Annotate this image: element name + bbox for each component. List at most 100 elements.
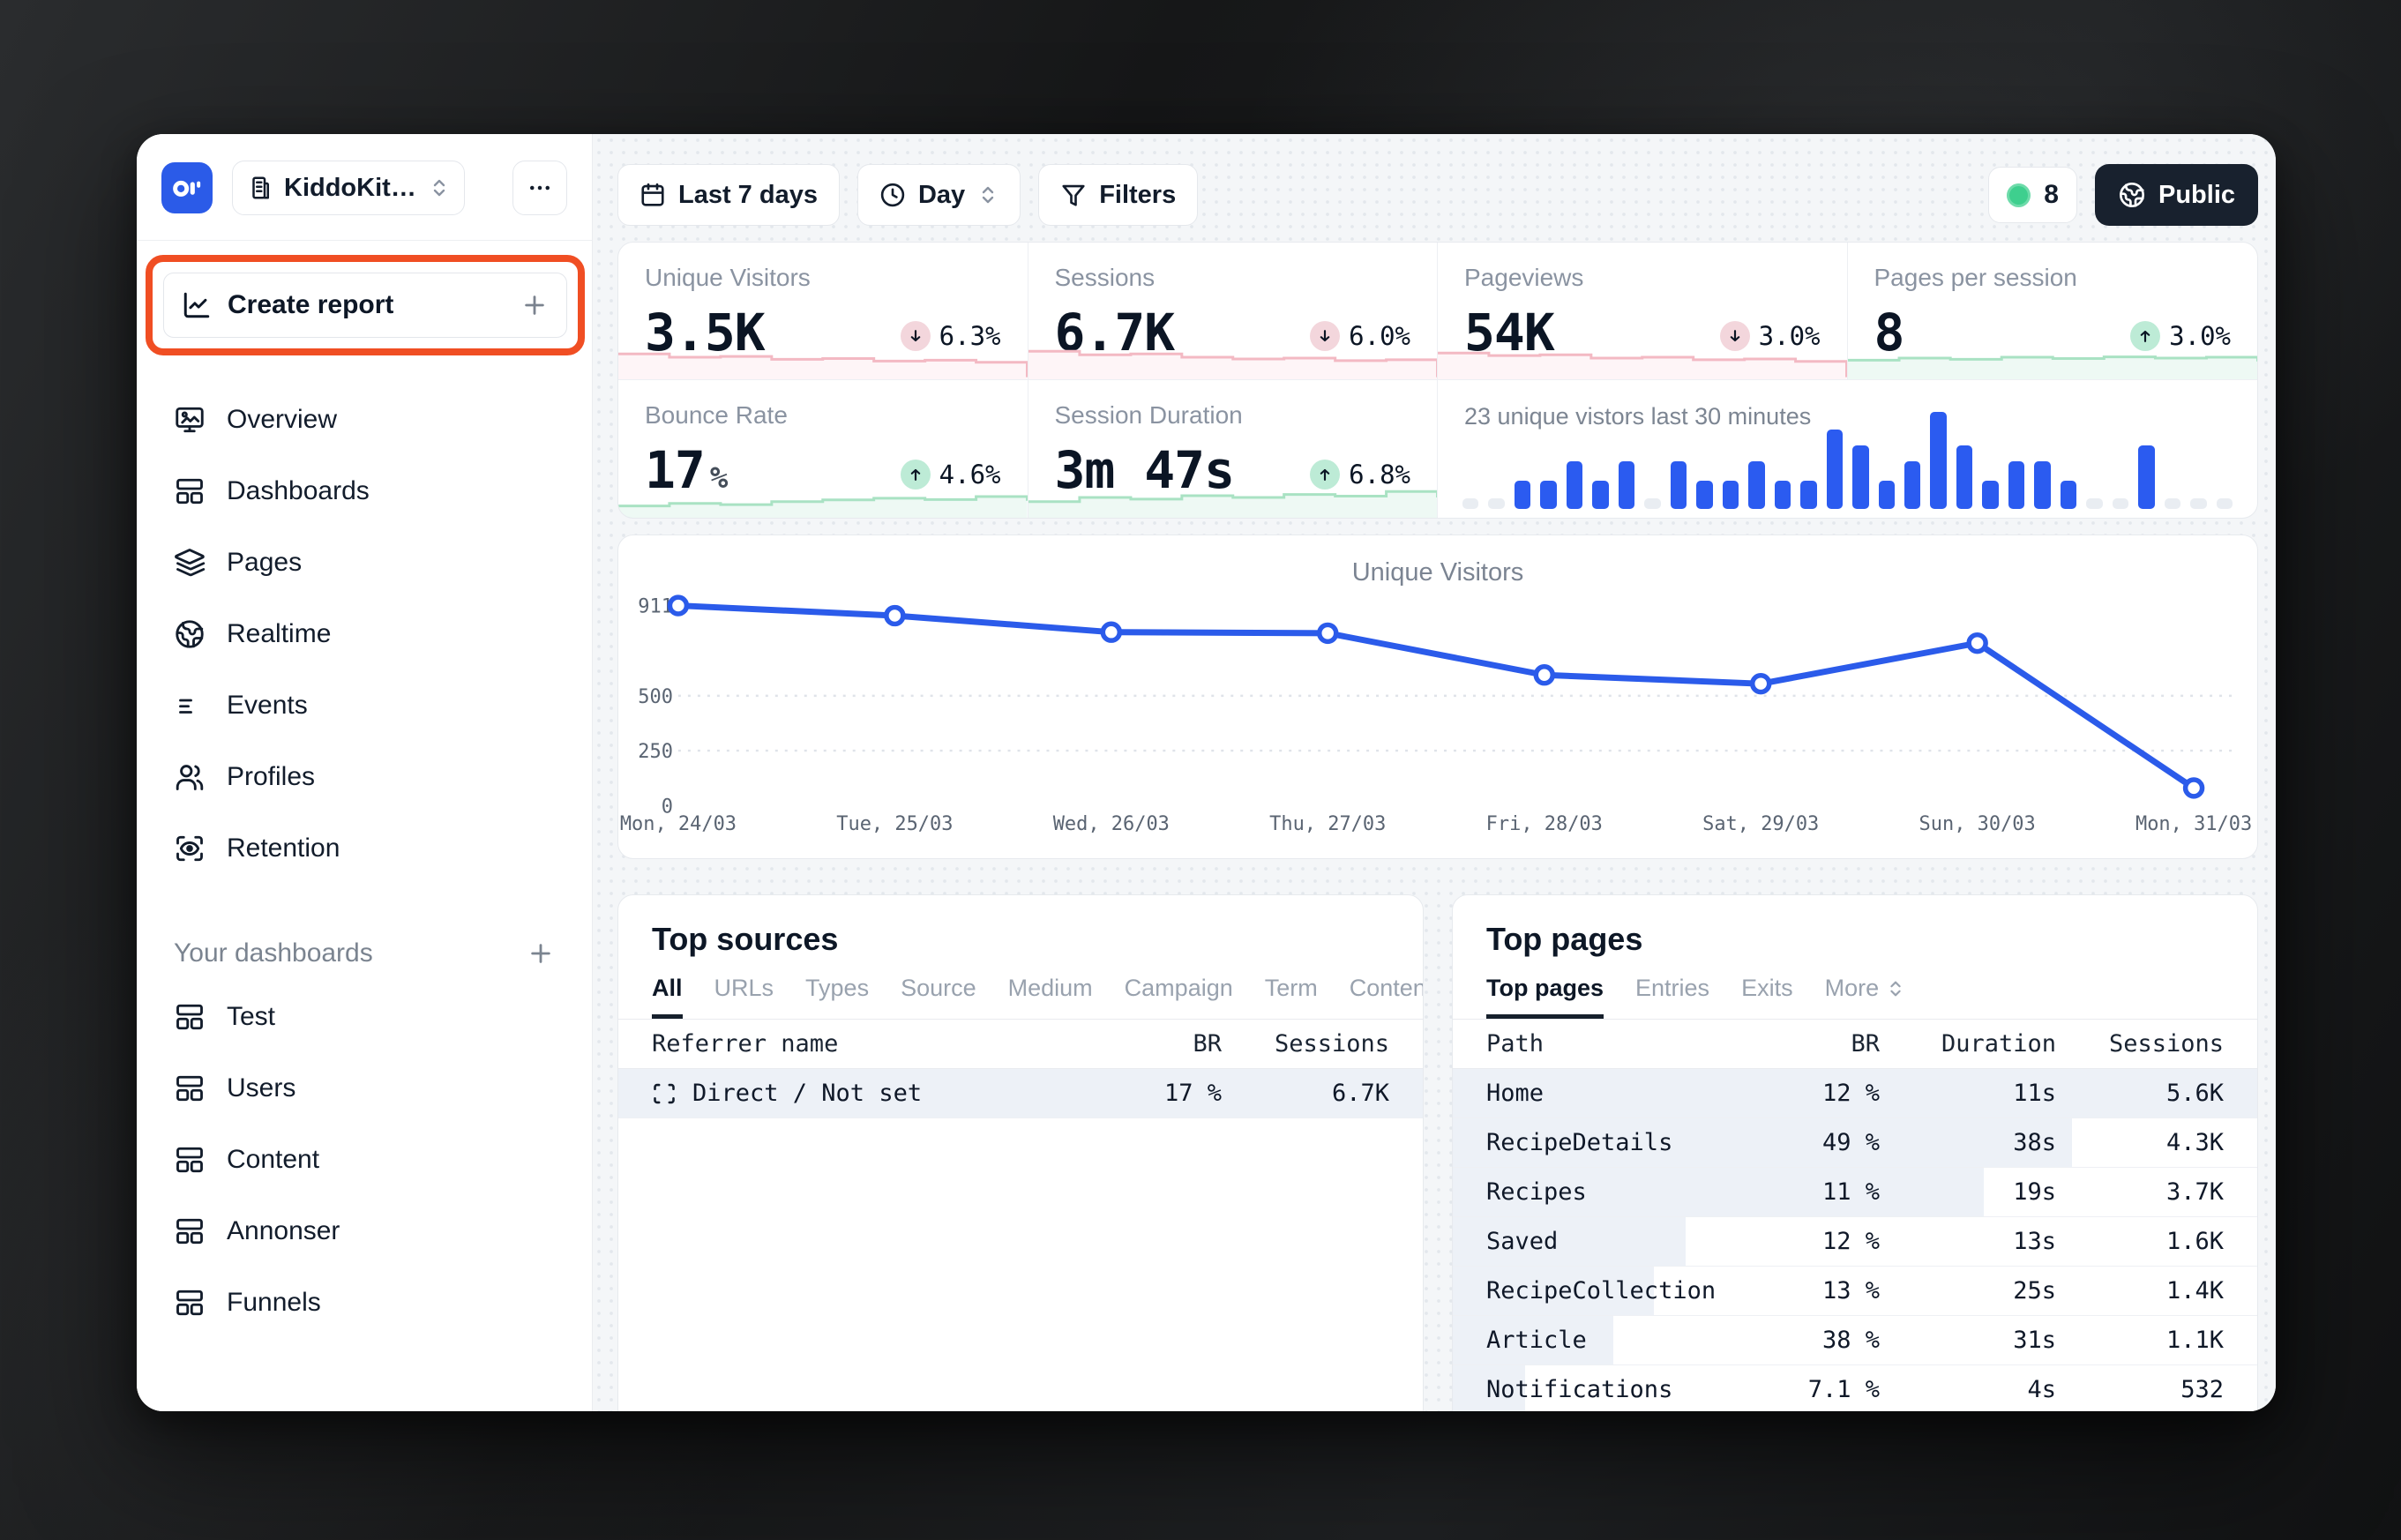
tab-all[interactable]: All	[652, 975, 683, 1019]
scan-icon	[652, 1081, 677, 1106]
row-duration: 4s	[1880, 1376, 2056, 1403]
top-pages-row[interactable]: Home12 %11s5.6K	[1453, 1069, 2257, 1118]
row-duration: 13s	[1880, 1228, 2056, 1255]
metric-card-pageviews[interactable]: Pageviews54K 3.0%	[1438, 243, 1848, 380]
metric-label: Pageviews	[1464, 264, 1821, 292]
metric-label: Session Duration	[1055, 401, 1411, 430]
tab-source[interactable]: Source	[901, 975, 976, 1019]
metric-card-bounce-rate[interactable]: Bounce Rate17% 4.6%	[618, 380, 1028, 518]
tab-types[interactable]: Types	[805, 975, 869, 1019]
x-tick-label: Sat, 29/03	[1702, 813, 1819, 835]
sidebar-item-pages[interactable]: Pages	[161, 527, 567, 598]
metric-sparkline	[618, 337, 1028, 379]
data-point[interactable]	[1969, 635, 1986, 652]
granularity-label: Day	[918, 181, 965, 210]
realtime-visitors-card[interactable]: 23 unique vistors last 30 minutes	[1438, 380, 2257, 518]
realtime-bar	[1488, 498, 1504, 509]
x-tick-label: Sun, 30/03	[1919, 813, 2036, 835]
row-duration: 31s	[1880, 1327, 2056, 1354]
data-point[interactable]	[1320, 624, 1336, 641]
filters-button[interactable]: Filters	[1038, 164, 1198, 226]
realtime-bar	[2061, 481, 2076, 509]
data-point[interactable]	[1536, 667, 1552, 684]
y-tick-label: 500	[638, 686, 673, 708]
top-sources-row[interactable]: Direct / Not set17 %6.7K	[618, 1069, 1423, 1118]
workspace-selector[interactable]: KiddoKitche…	[232, 161, 465, 215]
main-content: Last 7 days Day Filters	[593, 134, 2276, 1411]
data-point[interactable]	[2186, 780, 2203, 796]
top-pages-row[interactable]: Article38 %31s1.1K	[1453, 1316, 2257, 1365]
top-pages-row[interactable]: RecipeDetails49 %38s4.3K	[1453, 1118, 2257, 1168]
public-button[interactable]: Public	[2095, 164, 2258, 226]
row-duration: 19s	[1880, 1178, 2056, 1206]
metric-card-sessions[interactable]: Sessions6.7K 6.0%	[1028, 243, 1439, 380]
sidebar-item-overview[interactable]: Overview	[161, 384, 567, 455]
tab-exits[interactable]: Exits	[1741, 975, 1793, 1019]
metric-card-pages-per-session[interactable]: Pages per session8 3.0%	[1848, 243, 2258, 380]
realtime-bar	[2190, 498, 2206, 509]
sidebar-item-label: Dashboards	[227, 476, 370, 506]
tab-entries[interactable]: Entries	[1635, 975, 1709, 1019]
realtime-bar	[1800, 481, 1816, 509]
top-pages-row[interactable]: Saved12 %13s1.6K	[1453, 1217, 2257, 1267]
row-name: Recipes	[1486, 1178, 1756, 1206]
data-point[interactable]	[1753, 676, 1769, 692]
data-point[interactable]	[886, 608, 903, 624]
sidebar-item-profiles[interactable]: Profiles	[161, 741, 567, 812]
row-name: Saved	[1486, 1228, 1756, 1255]
metric-label: Unique Visitors	[645, 264, 1001, 292]
row-sessions: 532	[2056, 1376, 2224, 1403]
row-br: 12 %	[1756, 1080, 1880, 1107]
top-sources-table-header: Referrer nameBRSessions	[618, 1020, 1423, 1069]
top-sources-panel: Top sources AllURLsTypesSourceMediumCamp…	[617, 894, 1424, 1411]
row-br: 38 %	[1756, 1327, 1880, 1354]
unique-visitors-line-chart[interactable]: 9115002500Mon, 24/03Tue, 25/03Wed, 26/03…	[618, 535, 2257, 858]
metric-sparkline	[1438, 337, 1847, 379]
x-tick-label: Thu, 27/03	[1269, 813, 1386, 835]
granularity-button[interactable]: Day	[857, 164, 1021, 226]
metric-card-session-duration[interactable]: Session Duration3m 47s 6.8%	[1028, 380, 1439, 518]
realtime-bar	[1462, 498, 1478, 509]
chevrons-up-down-icon	[977, 184, 999, 206]
plus-icon	[520, 291, 549, 319]
chevrons-up-down-icon	[429, 177, 450, 198]
metric-sparkline	[1028, 475, 1438, 518]
dashboard-item-content[interactable]: Content	[161, 1124, 567, 1195]
sidebar-item-events[interactable]: Events	[161, 669, 567, 741]
column-sessions: Sessions	[1222, 1030, 1389, 1058]
tab-top-pages[interactable]: Top pages	[1486, 975, 1604, 1019]
online-visitors-badge[interactable]: 8	[1988, 167, 2077, 223]
dashboard-item-funnels[interactable]: Funnels	[161, 1267, 567, 1338]
dashboard-item-label: Funnels	[227, 1288, 321, 1318]
tab-term[interactable]: Term	[1265, 975, 1318, 1019]
metric-card-unique-visitors[interactable]: Unique Visitors3.5K 6.3%	[618, 243, 1028, 380]
top-pages-row[interactable]: RecipeCollection13 %25s1.4K	[1453, 1267, 2257, 1316]
data-point[interactable]	[669, 597, 686, 614]
tab-content[interactable]: Content	[1350, 975, 1424, 1019]
tab-urls[interactable]: URLs	[714, 975, 774, 1019]
realtime-bar	[2034, 461, 2050, 509]
top-pages-title: Top pages	[1453, 922, 2257, 957]
sidebar-item-dashboards[interactable]: Dashboards	[161, 455, 567, 527]
dashboard-item-annonser[interactable]: Annonser	[161, 1195, 567, 1267]
tab-campaign[interactable]: Campaign	[1125, 975, 1233, 1019]
date-range-button[interactable]: Last 7 days	[617, 164, 840, 226]
openpanel-logo-icon[interactable]	[161, 162, 213, 213]
top-pages-row[interactable]: Notifications7.1 %4s532	[1453, 1365, 2257, 1411]
realtime-bar	[1515, 481, 1530, 509]
top-pages-row[interactable]: Recipes11 %19s3.7K	[1453, 1168, 2257, 1217]
dashboard-item-label: Test	[227, 1002, 275, 1032]
sidebar-item-label: Profiles	[227, 762, 315, 792]
dashboard-item-users[interactable]: Users	[161, 1052, 567, 1124]
metric-label: Bounce Rate	[645, 401, 1001, 430]
create-report-button[interactable]: Create report	[163, 273, 567, 338]
data-point[interactable]	[1103, 624, 1119, 640]
sidebar-item-retention[interactable]: Retention	[161, 812, 567, 884]
sidebar-more-button[interactable]	[512, 161, 567, 215]
sidebar-item-realtime[interactable]: Realtime	[161, 598, 567, 669]
dashboard-item-test[interactable]: Test	[161, 981, 567, 1052]
sidebar: KiddoKitche… Create report	[137, 134, 593, 1411]
tab-more[interactable]: More	[1825, 975, 1906, 1019]
tab-medium[interactable]: Medium	[1008, 975, 1093, 1019]
add-dashboard-button[interactable]	[527, 939, 555, 968]
